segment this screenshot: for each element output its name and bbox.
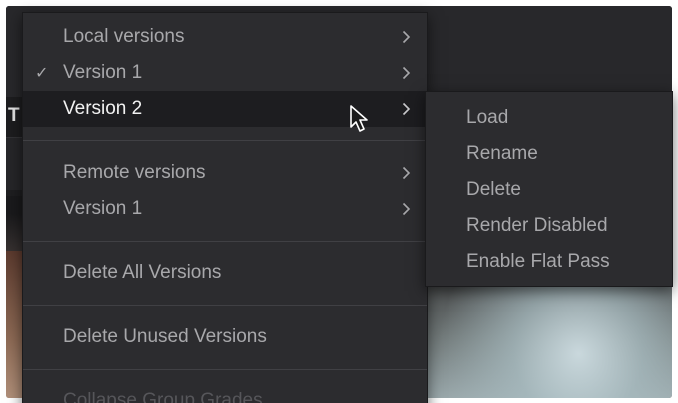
menu-item-label: Delete All Versions xyxy=(63,262,222,283)
menu-separator xyxy=(23,305,427,306)
menu-item-label: Delete Unused Versions xyxy=(63,326,267,347)
submenu-item-label: Render Disabled xyxy=(466,215,608,236)
submenu-item-render-disabled[interactable]: Render Disabled xyxy=(426,208,672,244)
submenu-item-enable-flat-pass[interactable]: Enable Flat Pass xyxy=(426,244,672,280)
screenshot-canvas: T Local versions ✓ Version 1 Version 2 R… xyxy=(0,0,678,403)
menu-item-remote-versions[interactable]: Remote versions xyxy=(23,155,427,191)
menu-item-remote-version-1[interactable]: Version 1 xyxy=(23,191,427,227)
menu-item-local-version-1[interactable]: ✓ Version 1 xyxy=(23,55,427,91)
menu-separator xyxy=(23,241,427,242)
menu-item-label: Version 2 xyxy=(63,98,143,119)
versions-context-menu: Local versions ✓ Version 1 Version 2 Rem… xyxy=(22,12,428,403)
version-2-submenu: Load Rename Delete Render Disabled Enabl… xyxy=(425,91,673,287)
menu-separator xyxy=(23,140,427,141)
submenu-item-label: Enable Flat Pass xyxy=(466,251,610,272)
chevron-right-icon xyxy=(402,166,411,180)
mouse-pointer-icon xyxy=(350,105,368,132)
menu-item-collapse-group-grades: Collapse Group Grades xyxy=(23,383,427,403)
menu-item-label: Collapse Group Grades xyxy=(63,390,263,403)
app-tab-label[interactable]: T xyxy=(8,105,20,127)
submenu-item-delete[interactable]: Delete xyxy=(426,172,672,208)
submenu-item-label: Delete xyxy=(466,179,521,200)
chevron-right-icon xyxy=(402,202,411,216)
chevron-right-icon xyxy=(402,102,411,116)
menu-item-label: Version 1 xyxy=(63,198,143,219)
chevron-right-icon xyxy=(402,66,411,80)
submenu-item-load[interactable]: Load xyxy=(426,100,672,136)
menu-item-delete-all-versions[interactable]: Delete All Versions xyxy=(23,255,427,291)
submenu-item-label: Load xyxy=(466,107,509,128)
checkmark-icon: ✓ xyxy=(35,65,49,82)
menu-item-label: Version 1 xyxy=(63,62,143,83)
submenu-item-rename[interactable]: Rename xyxy=(426,136,672,172)
menu-separator xyxy=(23,369,427,370)
menu-item-delete-unused-versions[interactable]: Delete Unused Versions xyxy=(23,319,427,355)
chevron-right-icon xyxy=(402,30,411,44)
menu-item-label: Local versions xyxy=(63,26,185,47)
submenu-item-label: Rename xyxy=(466,143,538,164)
menu-item-label: Remote versions xyxy=(63,162,206,183)
menu-item-local-versions[interactable]: Local versions xyxy=(23,19,427,55)
